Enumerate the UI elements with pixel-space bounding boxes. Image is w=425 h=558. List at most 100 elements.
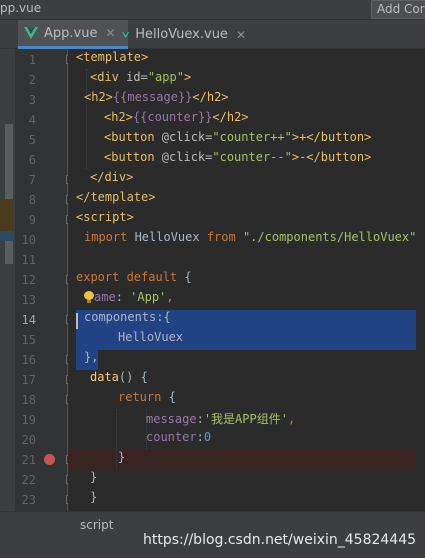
code-line: <h2>{{message}}</h2>	[84, 90, 229, 110]
tool-strip-marker	[0, 231, 14, 241]
code-token: import	[84, 230, 135, 244]
close-icon[interactable]: ✕	[236, 28, 246, 42]
code-token: {	[168, 390, 176, 404]
code-line: <button @click="counter++">+</button>	[104, 130, 371, 150]
vue-logo-icon	[122, 31, 130, 38]
code-line: export default {	[76, 270, 192, 290]
lightbulb-icon[interactable]	[84, 291, 94, 303]
code-line: <button @click="counter--">-</button>	[104, 150, 371, 170]
code-token: ,	[287, 412, 296, 426]
code-token: 0	[203, 430, 212, 444]
code-line: }	[90, 470, 97, 490]
code-token: >	[183, 70, 192, 84]
line-number: 22	[21, 473, 36, 487]
code-token: }	[118, 450, 126, 464]
code-token: () {	[118, 370, 148, 384]
code-token: from	[206, 230, 243, 244]
line-number: 23	[21, 493, 36, 507]
watermark-text: https://blog.csdn.net/weixin_45824445	[143, 532, 417, 548]
code-token: counter	[147, 110, 198, 124]
indent-guide	[116, 409, 117, 469]
tool-strip-scroll-thumb[interactable]	[5, 124, 13, 264]
code-token: <template>	[76, 50, 149, 64]
line-number: 2	[28, 73, 36, 87]
vue-logo-icon	[24, 27, 38, 39]
tool-window-strip	[0, 49, 16, 511]
code-token: {{	[112, 90, 128, 104]
code-token: export default	[76, 270, 185, 284]
code-line: }	[90, 490, 97, 510]
code-line: return {	[118, 390, 176, 410]
code-token: <button	[104, 150, 162, 164]
tab-app-vue[interactable]: App.vue ✕	[18, 20, 128, 49]
code-token: <div	[90, 70, 127, 84]
line-number: 20	[21, 433, 36, 447]
code-line: data() {	[90, 370, 148, 390]
code-line: },	[84, 350, 98, 370]
code-line: </template>	[76, 190, 155, 210]
code-token: id=	[126, 70, 148, 84]
tab-hellovuex-vue[interactable]: HelloVuex.vue ✕	[118, 20, 246, 49]
code-line: HelloVuex	[118, 330, 183, 350]
code-token: HelloVuex	[118, 330, 184, 344]
line-number: 15	[21, 333, 36, 347]
line-number: 21	[21, 453, 36, 467]
tab-label: HelloVuex.vue	[135, 27, 228, 42]
code-token: message	[127, 90, 178, 104]
code-token: >+</button>	[291, 130, 372, 144]
code-token: </template>	[76, 190, 156, 204]
line-number: 1	[28, 53, 36, 67]
code-token: "counter--"	[212, 150, 292, 164]
code-line: message:'我是APP组件',	[146, 410, 295, 430]
code-token: {	[184, 270, 192, 284]
tab-label: App.vue	[44, 25, 98, 41]
line-number-gutter[interactable]: 1 2 3 4 5 6 7 8 9 10 11 12 13 14 15 16 1…	[16, 49, 75, 511]
window-file-name: pp.vue	[0, 1, 42, 15]
code-token: '我是APP组件'	[203, 412, 288, 426]
line-number: 8	[28, 193, 36, 207]
line-number: 16	[21, 353, 36, 367]
code-token: "app"	[147, 70, 184, 84]
code-token: }}	[177, 90, 193, 104]
line-number: 4	[28, 113, 36, 127]
code-token: message	[146, 412, 197, 426]
line-number: 17	[21, 373, 36, 387]
code-token: return	[118, 390, 169, 404]
code-line: <div id="app">	[90, 70, 191, 90]
code-line: }	[118, 450, 125, 470]
editor-scrollbar[interactable]	[416, 49, 425, 511]
line-number: 7	[28, 173, 36, 187]
line-number: 13	[21, 293, 36, 307]
code-token: </div>	[90, 170, 134, 184]
code-token: >-</button>	[291, 150, 372, 164]
code-token: ame	[94, 290, 116, 304]
close-icon[interactable]: ✕	[105, 26, 115, 40]
code-token: counter	[146, 430, 197, 444]
text-caret	[76, 313, 78, 329]
code-editor[interactable]: <template> <div id="app"> <h2>{{message}…	[68, 49, 425, 511]
line-number: 12	[21, 273, 36, 287]
code-token: }	[90, 490, 98, 504]
editor-tab-bar: App.vue ✕ HelloVuex.vue ✕	[0, 20, 425, 49]
code-token: @click=	[161, 130, 213, 144]
code-token: HelloVuex	[134, 230, 207, 244]
line-number: 5	[28, 133, 36, 147]
breakpoint-icon[interactable]	[44, 454, 55, 465]
code-token: 'App'	[130, 290, 167, 304]
code-token: ,	[166, 290, 174, 304]
add-configuration-button[interactable]: Add Cor	[371, 0, 425, 19]
code-line: ame: 'App',	[84, 290, 174, 310]
code-token: {{	[132, 110, 148, 124]
code-token: </h2>	[192, 90, 229, 104]
line-number: 9	[28, 213, 36, 227]
code-line: <h2>{{counter}}</h2>	[104, 110, 249, 130]
code-token: @click=	[161, 150, 213, 164]
breadcrumb[interactable]: script	[80, 518, 113, 532]
code-line: </div>	[90, 170, 133, 190]
indent-guide	[86, 69, 87, 169]
code-token: data	[90, 370, 119, 384]
line-number: 6	[28, 153, 36, 167]
code-token: components:{	[84, 310, 171, 324]
line-number: 3	[28, 93, 36, 107]
code-token: "counter++"	[212, 130, 292, 144]
